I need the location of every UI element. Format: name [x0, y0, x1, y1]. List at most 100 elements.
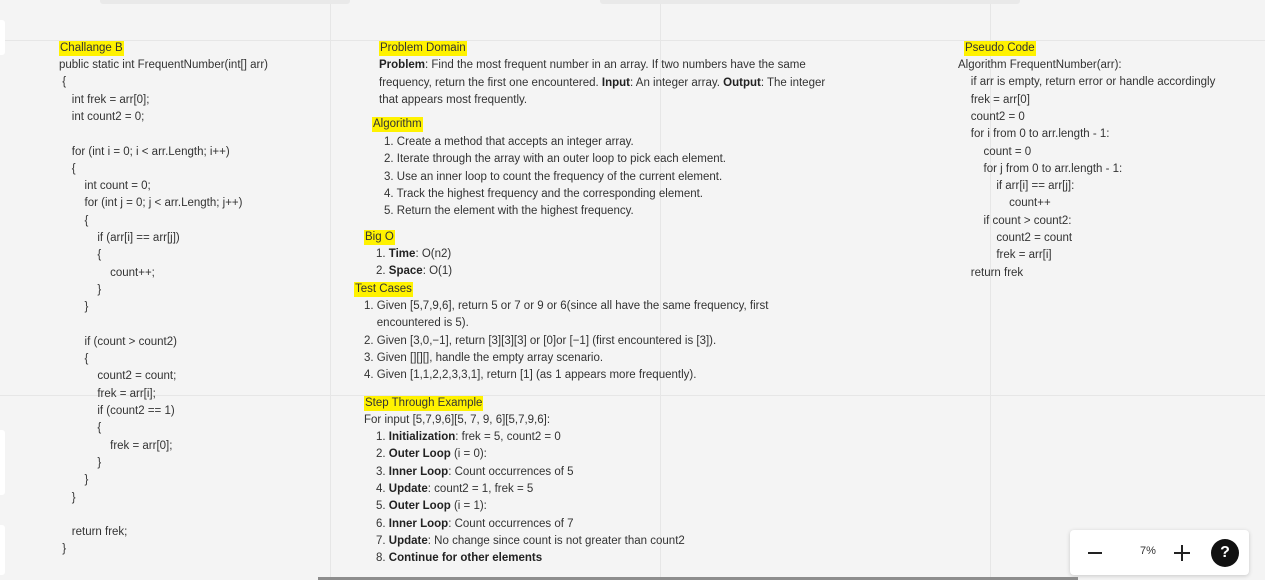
- pseudo-line: count2 = 0: [958, 110, 1025, 123]
- pseudo-line: count++: [958, 197, 1051, 210]
- test-case: encountered is 5).: [364, 317, 469, 330]
- algorithm-step: 5. Return the element with the highest f…: [384, 205, 634, 218]
- text-run: : Count occurrences of 5: [448, 465, 574, 478]
- step-item: 8. Continue for other elements: [376, 551, 542, 566]
- text-run: : O(1): [422, 265, 453, 277]
- step-item: 5. Outer Loop (i = 1):: [376, 499, 487, 514]
- neighbor-frame-edge: [100, 0, 350, 4]
- code-line: if (count2 == 1): [59, 405, 175, 417]
- text-run: 1.: [376, 431, 389, 443]
- text-run: (i = 0):: [450, 448, 487, 461]
- text-run: : The integer: [760, 76, 826, 89]
- code-line: {: [59, 162, 76, 175]
- text-run: that appears most frequently.: [379, 94, 528, 106]
- code-line: frek = arr[0];: [59, 439, 173, 452]
- pseudo-line: for i from 0 to arr.length - 1:: [958, 128, 1110, 141]
- problem-line: that appears most frequently.: [379, 93, 527, 108]
- text-run: 5.: [376, 500, 389, 513]
- test-case: 4. Given [1,1,2,2,3,3,1], return [1] (as…: [364, 369, 697, 382]
- text-run: : An integer array.: [630, 76, 724, 89]
- code-line: int frek = arr[0];: [59, 93, 150, 106]
- minus-icon: [1088, 552, 1102, 554]
- text-run: : Count occurrences of 7: [448, 517, 574, 530]
- pseudo-line: for j from 0 to arr.length - 1:: [958, 162, 1123, 175]
- text-run: : No change since count is not greater t…: [427, 534, 685, 547]
- bold-term: Outer Loop: [388, 448, 451, 461]
- text-run: 4.: [376, 482, 389, 495]
- challenge-section[interactable]: Challange B public static int FrequentNu…: [59, 40, 349, 570]
- zoom-out-button[interactable]: [1080, 538, 1110, 568]
- bigo-title: Big O: [364, 230, 395, 245]
- step-title: Step Through Example: [364, 396, 484, 411]
- bigo-section[interactable]: Big O 1. Time: O(n2) 2. Space: O(1): [364, 229, 514, 281]
- plus-icon: [1174, 545, 1190, 561]
- test-case: 2. Given [3,0,−1], return [3][3][3] or […: [364, 334, 717, 347]
- text-run: 2.: [376, 448, 389, 461]
- bold-term: Inner Loop: [388, 465, 449, 478]
- algorithm-title: Algorithm: [372, 117, 423, 132]
- text-run: (i = 1):: [450, 500, 487, 513]
- bold-term: Problem: [379, 59, 426, 71]
- code-line: if (arr[i] == arr[j]): [59, 232, 180, 244]
- text-run: 8.: [376, 552, 389, 565]
- side-edge-tab: [0, 20, 5, 55]
- side-edge-tab: [0, 430, 5, 495]
- side-edge-tab: [0, 525, 5, 575]
- code-line: {: [59, 249, 102, 262]
- code-line: if (count > count2): [59, 335, 177, 348]
- code-line: }: [59, 301, 89, 314]
- text-run: : frek = 5, count2 = 0: [455, 431, 561, 443]
- test-case: 3. Given [][][], handle the empty array …: [364, 351, 604, 364]
- problem-section[interactable]: Problem Domain Problem: Find the most fr…: [379, 40, 899, 110]
- code-line: }: [59, 474, 89, 487]
- algorithm-section[interactable]: Algorithm 1. Create a method that accept…: [372, 116, 792, 221]
- code-line: {: [59, 422, 102, 435]
- pseudo-line: if arr is empty, return error or handle …: [958, 76, 1216, 89]
- problem-line: Problem: Find the most frequent number i…: [379, 58, 806, 73]
- step-item: 2. Outer Loop (i = 0):: [376, 447, 487, 462]
- pseudo-section[interactable]: Pseudo Code Algorithm FrequentNumber(arr…: [958, 40, 1258, 285]
- bold-term: Input: [601, 76, 631, 89]
- code-line: for (int j = 0; j < arr.Length; j++): [59, 197, 243, 210]
- bold-term: Outer Loop: [388, 500, 451, 513]
- help-button[interactable]: ?: [1211, 539, 1239, 567]
- code-line: }: [59, 543, 67, 556]
- text-run: : O(n2): [415, 248, 452, 260]
- code-line: count++;: [59, 266, 155, 279]
- code-line: {: [59, 76, 67, 89]
- code-line: }: [59, 456, 102, 469]
- code-line: {: [59, 214, 89, 227]
- pseudo-line: if count > count2:: [958, 214, 1072, 227]
- algorithm-step: 1. Create a method that accepts an integ…: [384, 136, 634, 148]
- zoom-in-button[interactable]: [1167, 538, 1197, 568]
- code-line: {: [59, 353, 89, 366]
- bold-term: Continue for other elements: [388, 552, 543, 565]
- tests-title: Test Cases: [354, 282, 413, 297]
- pseudo-title: Pseudo Code: [964, 41, 1036, 56]
- text-run: : count2 = 1, frek = 5: [427, 482, 534, 495]
- pseudo-line: count = 0: [958, 145, 1032, 158]
- code-line: public static int FrequentNumber(int[] a…: [59, 59, 268, 71]
- step-item: 3. Inner Loop: Count occurrences of 5: [376, 465, 574, 480]
- pseudo-line: Algorithm FrequentNumber(arr):: [958, 59, 1122, 71]
- step-item: 4. Update: count2 = 1, frek = 5: [376, 482, 533, 497]
- problem-line: frequency, return the first one encounte…: [379, 76, 825, 91]
- text-run: 1.: [376, 248, 389, 260]
- step-item: 1. Initialization: frek = 5, count2 = 0: [376, 430, 561, 445]
- text-run: 3.: [376, 465, 389, 478]
- algorithm-step: 4. Track the highest frequency and the c…: [384, 187, 704, 200]
- challenge-title: Challange B: [59, 41, 124, 56]
- algorithm-step: 2. Iterate through the array with an out…: [384, 153, 727, 166]
- test-case: 1. Given [5,7,9,6], return 5 or 7 or 9 o…: [364, 300, 769, 312]
- code-line: int count2 = 0;: [59, 110, 145, 123]
- step-item: 6. Inner Loop: Count occurrences of 7: [376, 517, 574, 532]
- step-section[interactable]: Step Through Example For input [5,7,9,6]…: [364, 395, 764, 570]
- bold-term: Initialization: [388, 431, 456, 443]
- code-line: int count = 0;: [59, 180, 151, 193]
- tests-section[interactable]: Test Cases 1. Given [5,7,9,6], return 5 …: [354, 281, 824, 386]
- bold-term: Inner Loop: [388, 517, 449, 530]
- text-run: frequency, return the first one encounte…: [379, 76, 602, 89]
- bold-term: Update: [388, 482, 428, 495]
- code-line: }: [59, 283, 102, 296]
- pseudo-line: frek = arr[i]: [958, 249, 1052, 262]
